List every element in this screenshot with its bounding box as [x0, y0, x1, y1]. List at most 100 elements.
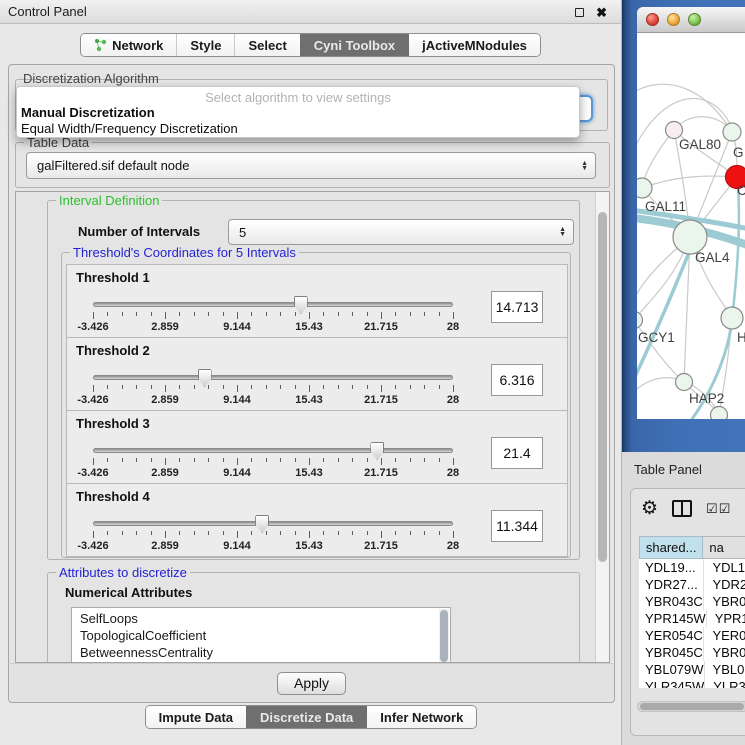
- table-header-row: shared... na: [639, 536, 745, 559]
- node-label-gal11: GAL11: [645, 199, 686, 214]
- table-panel-section: Table Panel ⚙︎ ☑︎☑︎ shared... na YDL19..…: [622, 452, 745, 745]
- slider-track[interactable]: [93, 448, 453, 453]
- table-row[interactable]: YLR345WYLR3: [639, 678, 745, 688]
- num-intervals-label: Number of Intervals: [78, 224, 200, 239]
- split-columns-icon[interactable]: [672, 500, 692, 517]
- table-cell: YBR0: [703, 593, 745, 610]
- threshold-1-box: Threshold 1 -3.4262.8599.14415.4321.7152…: [66, 264, 568, 338]
- table-cell: YER054C: [639, 627, 703, 644]
- table-row[interactable]: YER054CYER0: [639, 627, 745, 644]
- scrollbar-thumb[interactable]: [440, 610, 448, 662]
- slider-track[interactable]: [93, 302, 453, 307]
- slider-tick-labels: -3.4262.8599.14415.4321.71528: [93, 467, 453, 479]
- right-side: GAL80 G C GAL11 GAL4 GCY1 H HAP2 Table P…: [622, 0, 745, 745]
- tab-impute-data[interactable]: Impute Data: [146, 706, 246, 728]
- slider-ticks: [93, 312, 453, 320]
- settings-scrollpane: Interval Definition Number of Intervals …: [15, 191, 610, 663]
- algorithm-group-title: Discretization Algorithm: [23, 71, 159, 86]
- tab-label: Style: [190, 38, 221, 53]
- attributes-scrollbar[interactable]: [439, 609, 449, 663]
- table-cell: YBR0: [703, 644, 745, 661]
- tab-discretize-data[interactable]: Discretize Data: [246, 706, 366, 728]
- slider-tick-labels: -3.4262.8599.14415.4321.71528: [93, 394, 453, 406]
- dropdown-option-manual[interactable]: Manual Discretization: [17, 104, 579, 120]
- table-cell: YLR345W: [639, 678, 704, 688]
- algorithm-dropdown-popup: Select algorithm to view settings Manual…: [16, 86, 580, 138]
- table-row[interactable]: YBR045CYBR0: [639, 644, 745, 661]
- threshold-3-box: Threshold 3 -3.4262.8599.14415.4321.7152…: [66, 410, 568, 484]
- table-row[interactable]: YPR145WYPR1: [639, 610, 745, 627]
- table-cell: YPR145W: [639, 610, 706, 627]
- scrollbar-thumb[interactable]: [598, 212, 607, 562]
- column-header-name[interactable]: na: [703, 536, 745, 559]
- network-icon: [94, 38, 107, 52]
- attributes-group-title: Attributes to discretize: [56, 565, 190, 580]
- node-label-partial-low: H: [737, 330, 745, 345]
- table-cell: YDR27...: [639, 576, 703, 593]
- slider-ticks: [93, 531, 453, 539]
- gear-icon[interactable]: ⚙︎: [641, 499, 658, 518]
- zoom-traffic-light-icon[interactable]: [688, 13, 701, 26]
- slider-track[interactable]: [93, 375, 453, 380]
- table-row[interactable]: YDL19...YDL1: [639, 559, 745, 576]
- tab-network[interactable]: Network: [81, 34, 176, 56]
- close-traffic-light-icon[interactable]: [646, 13, 659, 26]
- minimize-traffic-light-icon[interactable]: [667, 13, 680, 26]
- threshold-2-slider[interactable]: -3.4262.8599.14415.4321.71528: [93, 375, 453, 409]
- column-header-shared-name[interactable]: shared...: [639, 536, 703, 559]
- threshold-4-box: Threshold 4 -3.4262.8599.14415.4321.7152…: [66, 483, 568, 557]
- threshold-4-value-field[interactable]: 11.344: [491, 510, 543, 542]
- slider-track[interactable]: [93, 521, 453, 526]
- numerical-attributes-heading: Numerical Attributes: [65, 585, 192, 600]
- close-icon[interactable]: ✖: [596, 6, 607, 19]
- attribute-list-item[interactable]: SelfLoops: [80, 610, 450, 627]
- tab-label: Network: [112, 38, 163, 53]
- checkbox-icons[interactable]: ☑︎☑︎: [706, 502, 731, 515]
- table-row[interactable]: YBR043CYBR0: [639, 593, 745, 610]
- tab-label: Infer Network: [380, 710, 463, 725]
- threshold-1-slider[interactable]: -3.4262.8599.14415.4321.71528: [93, 302, 453, 336]
- table-horizontal-scrollbar[interactable]: [637, 701, 745, 712]
- threshold-4-slider[interactable]: -3.4262.8599.14415.4321.71528: [93, 521, 453, 555]
- control-panel: Control Panel ✖ Network Styl: [0, 0, 622, 745]
- table-row[interactable]: YDR27...YDR2: [639, 576, 745, 593]
- table-data-combobox[interactable]: galFiltered.sif default node ▲▼: [26, 152, 596, 179]
- num-intervals-value: 5: [239, 225, 246, 240]
- threshold-3-value-field[interactable]: 21.4: [491, 437, 543, 469]
- table-cell: YPR1: [706, 610, 745, 627]
- num-intervals-combobox[interactable]: 5 ▲▼: [228, 219, 574, 245]
- node-label-gcy1: GCY1: [638, 330, 675, 345]
- threshold-3-slider[interactable]: -3.4262.8599.14415.4321.71528: [93, 448, 453, 482]
- table-cell: YDR2: [703, 576, 745, 593]
- scrollbar-thumb[interactable]: [640, 703, 744, 710]
- tab-label: Discretize Data: [260, 710, 353, 725]
- network-canvas[interactable]: GAL80 G C GAL11 GAL4 GCY1 H HAP2: [637, 33, 745, 419]
- tab-style[interactable]: Style: [176, 34, 234, 56]
- tab-cyni-toolbox[interactable]: Cyni Toolbox: [300, 34, 408, 56]
- tab-infer-network[interactable]: Infer Network: [366, 706, 476, 728]
- node-table: shared... na YDL19...YDL1YDR27...YDR2YBR…: [639, 536, 745, 688]
- table-row[interactable]: YBL079WYBL0: [639, 661, 745, 678]
- float-window-icon[interactable]: [575, 8, 584, 17]
- table-data-value: galFiltered.sif default node: [37, 158, 189, 173]
- attributes-list[interactable]: SelfLoopsTopologicalCoefficientBetweenne…: [71, 607, 451, 663]
- threshold-2-value-field[interactable]: 6.316: [491, 364, 543, 396]
- table-cell: YER0: [703, 627, 745, 644]
- slider-ticks: [93, 385, 453, 393]
- attribute-list-item[interactable]: BetweennessCentrality: [80, 644, 450, 661]
- apply-button[interactable]: Apply: [277, 672, 346, 695]
- dropdown-option-equal-width[interactable]: Equal Width/Frequency Discretization: [17, 120, 579, 136]
- tab-label: Impute Data: [159, 710, 233, 725]
- table-cell: YBR045C: [639, 644, 703, 661]
- attribute-list-item[interactable]: TopologicalCoefficient: [80, 627, 450, 644]
- node-label-gal80: GAL80: [679, 137, 721, 152]
- table-data-group: Table Data galFiltered.sif default node …: [15, 142, 610, 188]
- tab-jactivemnodules[interactable]: jActiveMNodules: [408, 34, 540, 56]
- settings-vertical-scrollbar[interactable]: [595, 192, 609, 662]
- node-label-partial-mid: C: [737, 183, 745, 198]
- tab-select[interactable]: Select: [234, 34, 299, 56]
- table-cell: YBL079W: [639, 661, 704, 678]
- network-desktop: GAL80 G C GAL11 GAL4 GCY1 H HAP2: [622, 0, 745, 452]
- threshold-1-value-field[interactable]: 14.713: [491, 291, 543, 323]
- cyni-panel: Discretization Algorithm Select algorith…: [8, 64, 615, 703]
